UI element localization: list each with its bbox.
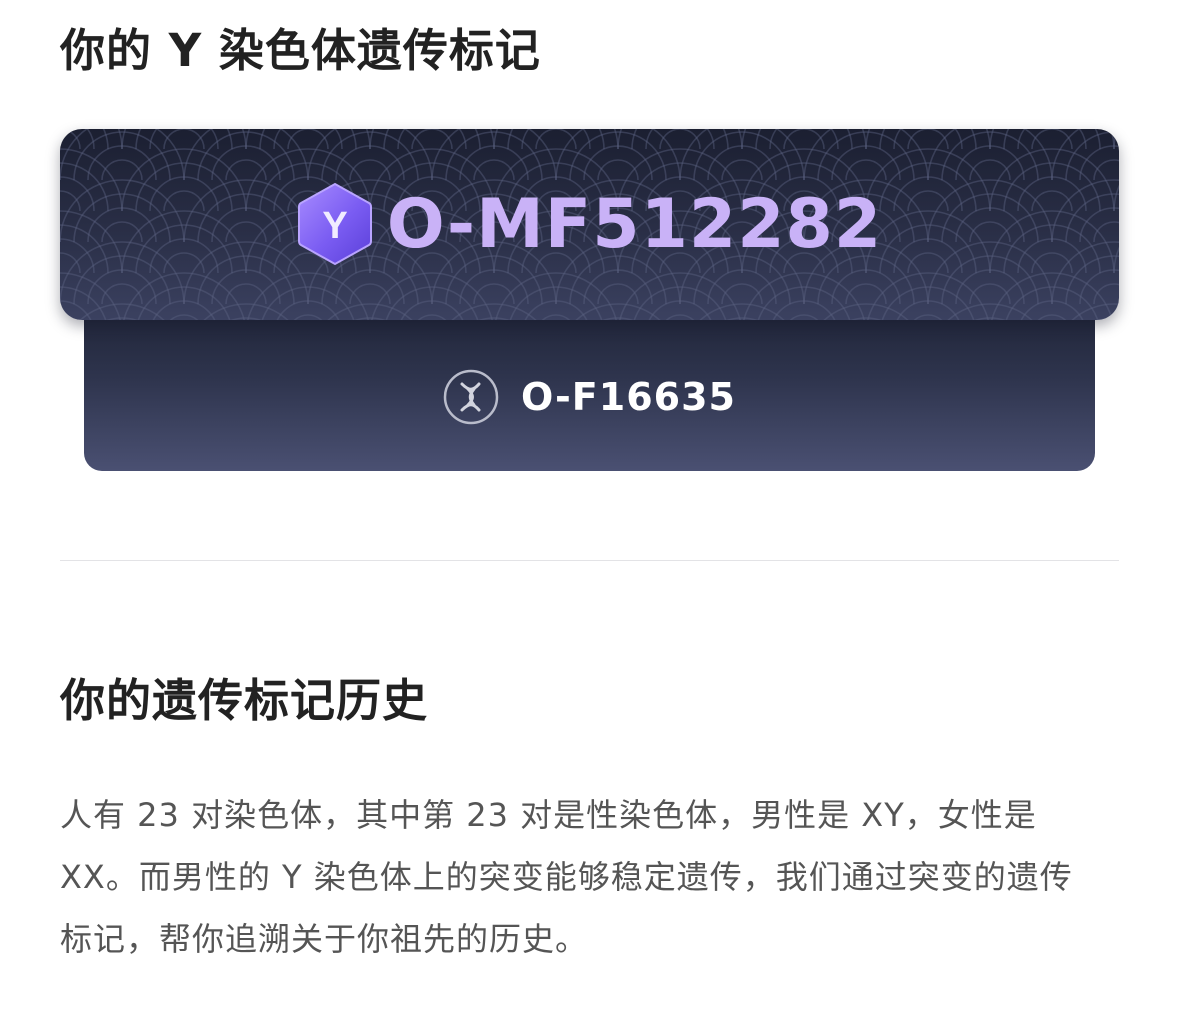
main-haplogroup-row: Y O-MF512282 [60,181,1119,267]
sub-haplogroup-code: O-F16635 [521,375,736,419]
badge-letter: Y [322,205,347,247]
sub-haplogroup-card: O-F16635 [84,300,1095,471]
history-description: 人有 23 对染色体，其中第 23 对是性染色体，男性是 XY，女性是 XX。而… [60,796,1073,958]
history-title: 你的遗传标记历史 [60,674,429,727]
page-title: 你的 Y 染色体遗传标记 [60,24,541,77]
chromosome-x-circle-icon [443,369,499,425]
y-chromosome-hexagon-icon: Y [297,182,372,265]
section-divider [60,560,1119,561]
main-haplogroup-card: Y O-MF512282 [60,129,1119,320]
main-haplogroup-code: O-MF512282 [386,184,883,264]
sub-haplogroup-row: O-F16635 [84,366,1095,428]
